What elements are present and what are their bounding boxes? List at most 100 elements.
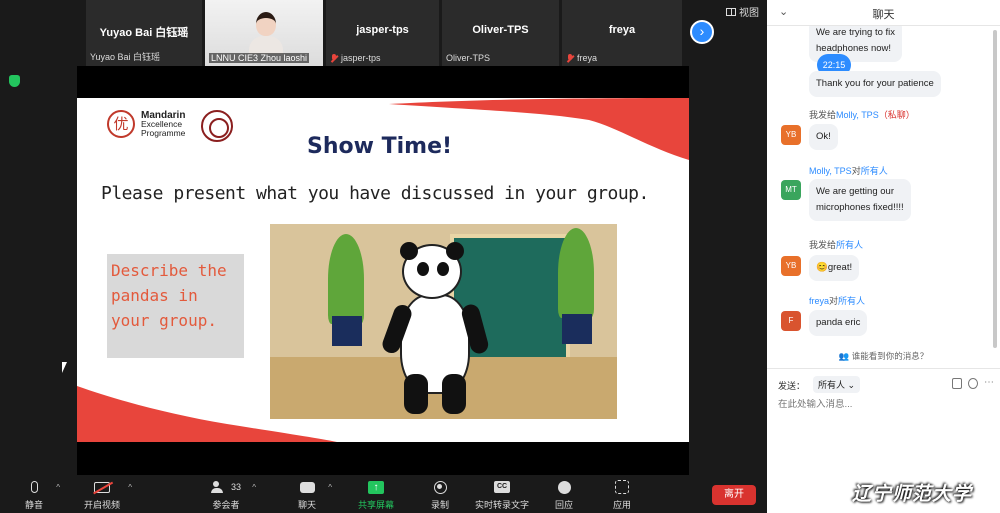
share-screen-button[interactable]: ↑ 共享屏幕 xyxy=(356,479,396,511)
grid-view-icon xyxy=(726,7,736,16)
chevron-up-icon[interactable]: ^ xyxy=(252,483,256,492)
reactions-label: 回应 xyxy=(554,500,573,510)
chat-message-list[interactable]: We are trying to fix headphones now! 22:… xyxy=(767,26,1000,350)
composer-actions: ⋯ xyxy=(952,378,994,389)
participant-video-tile[interactable]: LNNU CIE3 Zhou laoshi xyxy=(205,0,323,66)
microphone-icon xyxy=(30,481,38,493)
sender-name: Molly, TPS xyxy=(836,110,879,120)
mute-label: 静音 xyxy=(24,500,43,510)
university-watermark: 辽宁师范大学 xyxy=(852,483,973,505)
private-tag: （私聊） xyxy=(878,110,915,120)
message-input[interactable] xyxy=(778,399,988,410)
university-seal-icon xyxy=(201,110,233,142)
muted-mic-icon xyxy=(330,53,338,63)
participants-count: 33 xyxy=(230,482,241,492)
participant-name: LNNU CIE3 Zhou laoshi xyxy=(211,53,308,63)
sender-target: 所有人 xyxy=(838,296,866,306)
file-icon[interactable] xyxy=(952,378,962,389)
sender-name: Molly, TPS xyxy=(809,166,852,176)
panda-cartoon-image xyxy=(270,224,617,419)
live-transcript-button[interactable]: CC 实时转录文字 xyxy=(474,479,530,511)
chat-message-bubble: 😊great! xyxy=(809,255,860,281)
record-icon xyxy=(433,480,447,494)
apps-button[interactable]: 应用 xyxy=(609,479,635,511)
closed-captions-icon: CC xyxy=(494,481,510,493)
mouse-cursor-icon xyxy=(62,362,67,373)
who-can-see-text: 谁能看到你的消息？ xyxy=(851,351,929,361)
shared-screen-slide: 优 Mandarin Excellence Programme Show Tim… xyxy=(77,98,689,442)
participant-tile[interactable]: Yuyao Bai 白钰瑶 Yuyao Bai 白钰瑶 xyxy=(86,0,202,66)
video-label: 开启视频 xyxy=(83,500,120,510)
chat-message-bubble: Thank you for your patience xyxy=(809,71,941,97)
message-text: We are trying to fix xyxy=(816,27,896,38)
sender-target: 所有人 xyxy=(836,240,864,250)
logo-line: Programme xyxy=(141,128,186,138)
participant-display-name: Oliver-TPS xyxy=(472,24,529,36)
sender-prefix: 我发给 xyxy=(809,240,837,250)
message-sender: 我发给Molly, TPS（私聊） xyxy=(809,108,915,121)
avatar: YB xyxy=(781,256,801,276)
participant-label: LNNU CIE3 Zhou laoshi xyxy=(209,53,310,63)
meeting-toolbar: 静音 ^ 开启视频 ^ 33 参会者 ^ 聊天 ^ ↑ 共享屏幕 录制 CC 实… xyxy=(0,475,767,513)
live-transcript-label: 实时转录文字 xyxy=(474,500,529,510)
participant-label: Yuyao Bai 白钰瑶 xyxy=(90,50,160,63)
participant-label: Oliver-TPS xyxy=(446,53,490,63)
share-letterbox-bottom xyxy=(77,442,689,475)
zoom-meeting-window: Yuyao Bai 白钰瑶 Yuyao Bai 白钰瑶 LNNU CIE3 Zh… xyxy=(0,0,1000,513)
record-button[interactable]: 录制 xyxy=(426,479,454,511)
slide-title: Show Time! xyxy=(307,134,453,159)
mute-button[interactable]: 静音 ^ xyxy=(18,479,60,511)
view-button[interactable]: 视图 xyxy=(726,4,759,19)
chat-icon xyxy=(299,481,315,493)
sender-target: 所有人 xyxy=(860,166,888,176)
chat-label: 聊天 xyxy=(297,500,316,510)
participants-icon xyxy=(210,481,227,493)
send-to-label: 发送： xyxy=(778,381,806,391)
muted-mic-icon xyxy=(566,53,574,63)
avatar: YB xyxy=(781,125,801,145)
participant-display-name: Yuyao Bai 白钰瑶 xyxy=(99,27,189,39)
chat-message-bubble: We are getting our microphones fixed!!!! xyxy=(809,179,911,221)
chat-panel: ⌄ 聊天 We are trying to fix headphones now… xyxy=(767,0,1000,513)
chevron-up-icon[interactable]: ^ xyxy=(128,483,132,492)
participants-button[interactable]: 33 参会者 ^ xyxy=(206,479,256,511)
participant-display-name: jasper-tps xyxy=(356,24,409,36)
recipient-dropdown[interactable]: 所有人 ⌄ xyxy=(813,376,861,393)
participant-name: Oliver-TPS xyxy=(446,53,491,63)
sender-to: 对 xyxy=(851,166,861,176)
message-text: We are getting our xyxy=(816,186,894,197)
leave-meeting-button[interactable]: 离开 xyxy=(712,485,756,505)
who-can-see-link[interactable]: 👥 谁能看到你的消息？ xyxy=(767,350,1000,362)
participant-label: jasper-tps xyxy=(330,53,381,63)
participant-gallery: Yuyao Bai 白钰瑶 Yuyao Bai 白钰瑶 LNNU CIE3 Zh… xyxy=(0,0,767,66)
sender-name: freya xyxy=(809,296,830,306)
message-sender: Molly, TPS对所有人 xyxy=(809,164,888,177)
share-letterbox-top xyxy=(77,66,689,98)
security-shield-icon[interactable] xyxy=(9,75,20,87)
participant-tile[interactable]: jasper-tps jasper-tps xyxy=(326,0,439,66)
reactions-icon xyxy=(557,480,571,494)
participant-label: freya xyxy=(566,53,597,63)
chevron-up-icon[interactable]: ^ xyxy=(56,483,60,492)
message-text: microphones fixed!!!! xyxy=(816,202,904,213)
chat-scrollbar[interactable] xyxy=(993,30,997,348)
participant-tile[interactable]: Oliver-TPS Oliver-TPS xyxy=(442,0,559,66)
chevron-up-icon[interactable]: ^ xyxy=(328,483,332,492)
more-icon[interactable]: ⋯ xyxy=(984,378,994,389)
start-video-button[interactable]: 开启视频 ^ xyxy=(82,479,132,511)
next-page-button[interactable]: › xyxy=(690,20,714,44)
apps-label: 应用 xyxy=(612,500,631,510)
sender-to: 对 xyxy=(829,296,839,306)
reactions-button[interactable]: 回应 xyxy=(551,479,577,511)
participant-tile[interactable]: freya freya xyxy=(562,0,682,66)
chat-title: 聊天 xyxy=(872,9,895,21)
apps-icon xyxy=(615,480,629,494)
chat-message-bubble: panda eric xyxy=(809,310,868,336)
mep-logo-icon: 优 xyxy=(107,110,135,138)
chat-button[interactable]: 聊天 ^ xyxy=(292,479,332,511)
emoji-icon[interactable] xyxy=(968,378,978,389)
chat-header: ⌄ 聊天 xyxy=(767,0,1000,26)
record-label: 录制 xyxy=(430,500,449,510)
participant-name: Yuyao Bai 白钰瑶 xyxy=(90,52,161,62)
task-text-box: Describe the pandas in your group. xyxy=(107,254,244,358)
